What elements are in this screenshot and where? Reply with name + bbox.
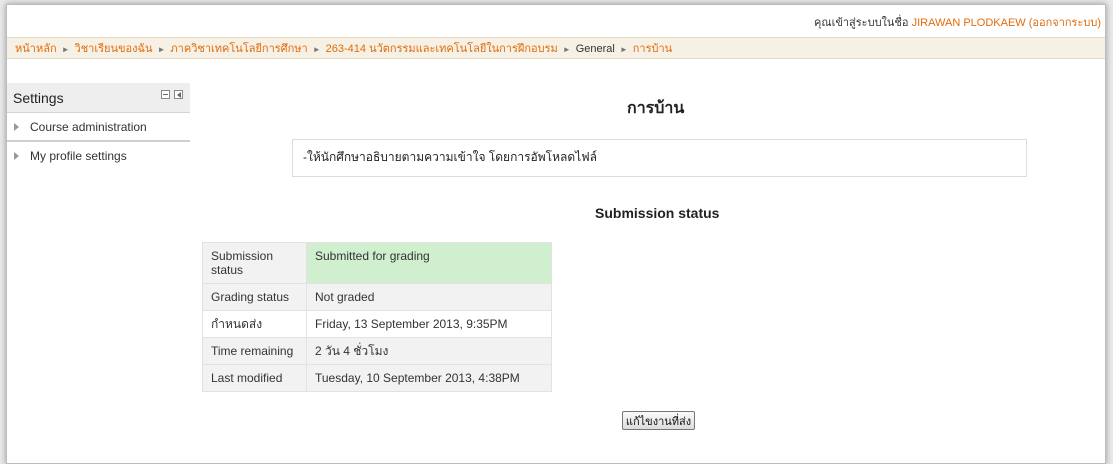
breadcrumb: หน้าหลัก ► วิชาเรียนของฉัน ► ภาควิชาเทคโนโลย… (7, 37, 1105, 59)
row-label: Last modified (202, 364, 307, 392)
settings-item-course-administration[interactable]: Course administration (7, 113, 190, 142)
row-value: Not graded (306, 283, 552, 311)
breadcrumb-separator: ► (312, 45, 321, 54)
edit-submission-button[interactable]: แก้ไขงานที่ส่ง (622, 411, 695, 430)
breadcrumb-course[interactable]: 263-414 นวัตกรรมและเทคโนโลยีในการฝึกอบรม (326, 43, 558, 55)
submission-status-table: Submission status Submitted for grading … (202, 242, 552, 392)
page: คุณเข้าสู่ระบบในชื่อ JIRAWAN PLODKAEW (อ… (6, 4, 1106, 464)
breadcrumb-general[interactable]: General (576, 43, 615, 55)
settings-item-label: Course administration (30, 120, 147, 134)
submission-status-heading: Submission status (595, 205, 720, 221)
row-value: Friday, 13 September 2013, 9:35PM (306, 310, 552, 338)
login-info: คุณเข้าสู่ระบบในชื่อ JIRAWAN PLODKAEW (อ… (7, 5, 1105, 37)
breadcrumb-separator: ► (61, 45, 70, 54)
settings-item-my-profile-settings[interactable]: My profile settings (7, 142, 190, 171)
breadcrumb-home[interactable]: หน้าหลัก (15, 43, 57, 55)
breadcrumb-separator: ► (157, 45, 166, 54)
logout-link[interactable]: (ออกจากระบบ) (1029, 17, 1101, 29)
settings-block-header: Settings (7, 83, 190, 113)
row-label: Submission status (202, 242, 307, 284)
settings-title: Settings (13, 90, 64, 106)
breadcrumb-assignment[interactable]: การบ้าน (633, 43, 672, 55)
row-label: Time remaining (202, 337, 307, 365)
hide-block-icon[interactable] (161, 90, 170, 99)
page-title: การบ้าน (627, 100, 685, 117)
table-row: Last modified Tuesday, 10 September 2013… (202, 364, 552, 392)
breadcrumb-my-courses[interactable]: วิชาเรียนของฉัน (75, 43, 153, 55)
row-value: Tuesday, 10 September 2013, 4:38PM (306, 364, 552, 392)
settings-block: Settings Course administration My profil… (7, 83, 190, 171)
row-label: Grading status (202, 283, 307, 311)
dock-block-icon[interactable] (174, 90, 183, 99)
triangle-right-icon (14, 152, 19, 160)
login-prefix: คุณเข้าสู่ระบบในชื่อ (814, 17, 909, 29)
assignment-intro-text: -ให้นักศึกษาอธิบายตามความเข้าใจ โดยการอั… (303, 150, 598, 164)
assignment-intro: -ให้นักศึกษาอธิบายตามความเข้าใจ โดยการอั… (292, 139, 1027, 177)
table-row: Grading status Not graded (202, 283, 552, 311)
breadcrumb-separator: ► (619, 45, 628, 54)
table-row: Time remaining 2 วัน 4 ชั่วโมง (202, 337, 552, 365)
user-name-link[interactable]: JIRAWAN PLODKAEW (912, 17, 1026, 29)
row-value: 2 วัน 4 ชั่วโมง (306, 337, 552, 365)
settings-item-label: My profile settings (30, 149, 127, 163)
triangle-right-icon (14, 123, 19, 131)
table-row: กำหนดส่ง Friday, 13 September 2013, 9:35… (202, 310, 552, 338)
table-row: Submission status Submitted for grading (202, 242, 552, 284)
row-label: กำหนดส่ง (202, 310, 307, 338)
breadcrumb-separator: ► (562, 45, 571, 54)
breadcrumb-department[interactable]: ภาควิชาเทคโนโลยีการศึกษา (170, 43, 307, 55)
row-value: Submitted for grading (306, 242, 552, 284)
